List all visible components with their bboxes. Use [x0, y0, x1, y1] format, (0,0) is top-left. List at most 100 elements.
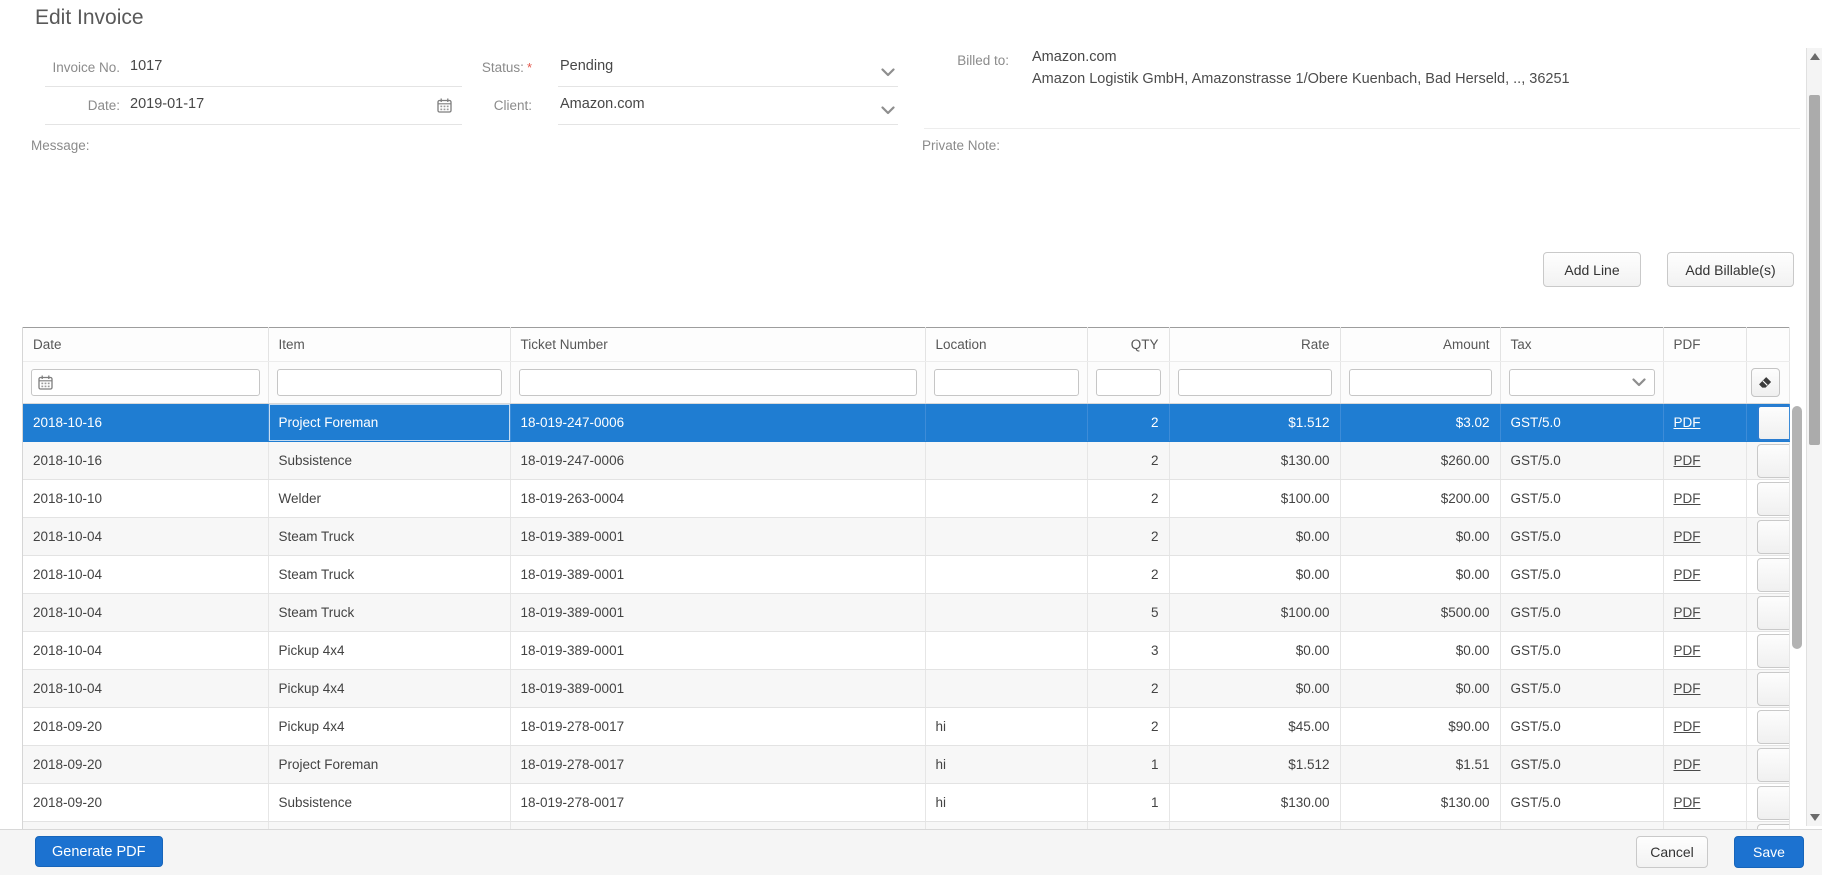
cell-item[interactable]: Welder [268, 479, 511, 518]
pdf-link[interactable]: PDF [1674, 681, 1701, 696]
clear-filters-button[interactable] [1750, 368, 1780, 397]
cell-amount[interactable]: $3.02 [1340, 403, 1501, 442]
cell-qty[interactable]: 1 [1087, 745, 1170, 784]
client-dropdown-button[interactable] [881, 102, 895, 120]
column-header-tax[interactable]: Tax [1500, 327, 1664, 362]
cell-tax[interactable] [1500, 821, 1664, 829]
cell-item[interactable] [268, 821, 511, 829]
cell-location[interactable] [925, 517, 1088, 556]
cell-date[interactable]: 2018-10-04 [23, 555, 269, 594]
cell-ticket-number[interactable]: 18-019-278-0017 [510, 745, 926, 784]
pdf-link[interactable]: PDF [1674, 491, 1701, 506]
cell-date[interactable]: 2018-09-20 [23, 745, 269, 784]
cell-location[interactable]: hi [925, 783, 1088, 822]
cell-location[interactable] [925, 593, 1088, 632]
table-row[interactable]: 2018-10-04 Pickup 4x4 18-019-389-0001 2 … [23, 669, 1790, 708]
cell-amount[interactable]: $0.00 [1340, 555, 1501, 594]
pdf-link[interactable]: PDF [1674, 643, 1701, 658]
cell-item[interactable]: Subsistence [268, 441, 511, 480]
cell-amount[interactable]: $0.00 [1340, 669, 1501, 708]
add-billables-button[interactable]: Add Billable(s) [1667, 252, 1794, 287]
table-row[interactable]: 2018-10-16 Project Foreman 18-019-247-00… [23, 403, 1790, 442]
cell-qty[interactable]: 2 [1087, 669, 1170, 708]
cell-item[interactable]: Project Foreman [268, 403, 511, 442]
cell-qty[interactable]: 2 [1087, 517, 1170, 556]
generate-pdf-button[interactable]: Generate PDF [35, 836, 163, 867]
row-menu-button[interactable] [1756, 519, 1788, 554]
page-scrollbar-track[interactable] [1806, 48, 1822, 826]
add-line-button[interactable]: Add Line [1543, 252, 1641, 287]
cell-rate[interactable]: $1.512 [1169, 403, 1341, 442]
cell-location[interactable] [925, 669, 1088, 708]
cell-ticket-number[interactable]: 18-019-389-0001 [510, 517, 926, 556]
row-menu-button[interactable] [1756, 404, 1788, 441]
cell-tax[interactable]: GST/5.0 [1500, 745, 1664, 784]
pdf-link[interactable]: PDF [1674, 795, 1701, 810]
cell-tax[interactable]: GST/5.0 [1500, 555, 1664, 594]
cell-item[interactable]: Subsistence [268, 783, 511, 822]
row-menu-button[interactable] [1756, 709, 1788, 744]
cell-item[interactable]: Pickup 4x4 [268, 631, 511, 670]
cell-rate[interactable]: $1.512 [1169, 745, 1341, 784]
cell-location[interactable]: hi [925, 745, 1088, 784]
cell-tax[interactable]: GST/5.0 [1500, 669, 1664, 708]
cell-date[interactable]: 2018-09-20 [23, 783, 269, 822]
cell-ticket-number[interactable]: 18-019-263-0004 [510, 479, 926, 518]
pdf-link[interactable]: PDF [1674, 415, 1701, 430]
pdf-link[interactable]: PDF [1674, 529, 1701, 544]
cell-rate[interactable]: $45.00 [1169, 707, 1341, 746]
grid-scrollbar-thumb[interactable] [1792, 406, 1802, 649]
column-header-date[interactable]: Date [23, 327, 269, 362]
cell-rate[interactable]: $0.00 [1169, 669, 1341, 708]
column-header-ticket-number[interactable]: Ticket Number [510, 327, 926, 362]
column-header-amount[interactable]: Amount [1340, 327, 1501, 362]
row-menu-button[interactable] [1756, 557, 1788, 592]
cell-ticket-number[interactable]: 18-019-389-0001 [510, 593, 926, 632]
table-row[interactable]: 2018-09-20 Subsistence 18-019-278-0017 h… [23, 783, 1790, 822]
filter-item-input[interactable] [276, 369, 502, 396]
cell-location[interactable] [925, 441, 1088, 480]
table-row[interactable]: 2018-10-04 Steam Truck 18-019-389-0001 5… [23, 593, 1790, 632]
table-row[interactable]: 2018-10-04 Steam Truck 18-019-389-0001 2… [23, 517, 1790, 556]
filter-date-calendar-icon[interactable] [38, 375, 53, 393]
filter-amount-input[interactable] [1348, 369, 1492, 396]
row-menu-button[interactable] [1756, 595, 1788, 630]
cell-item[interactable]: Pickup 4x4 [268, 707, 511, 746]
column-header-rate[interactable]: Rate [1169, 327, 1341, 362]
cell-tax[interactable]: GST/5.0 [1500, 479, 1664, 518]
cell-amount[interactable]: $0.00 [1340, 631, 1501, 670]
cell-location[interactable] [925, 631, 1088, 670]
cell-date[interactable]: 2018-09-20 [23, 707, 269, 746]
column-header-qty[interactable]: QTY [1087, 327, 1170, 362]
cell-item[interactable]: Pickup 4x4 [268, 669, 511, 708]
cell-ticket-number[interactable]: 18-019-389-0001 [510, 631, 926, 670]
cell-rate[interactable]: $0.00 [1169, 517, 1341, 556]
cell-qty[interactable]: 5 [1087, 593, 1170, 632]
cell-item[interactable]: Steam Truck [268, 555, 511, 594]
cell-item[interactable]: Steam Truck [268, 517, 511, 556]
cell-amount[interactable]: $0.00 [1340, 517, 1501, 556]
scroll-down-button[interactable] [1810, 814, 1820, 821]
table-row-partial[interactable] [23, 821, 1790, 829]
cell-date[interactable]: 2018-10-16 [23, 441, 269, 480]
cell-amount[interactable]: $90.00 [1340, 707, 1501, 746]
cell-ticket-number[interactable]: 18-019-247-0006 [510, 441, 926, 480]
table-row[interactable]: 2018-10-16 Subsistence 18-019-247-0006 2… [23, 441, 1790, 480]
scroll-up-button[interactable] [1810, 53, 1820, 60]
cell-location[interactable]: hi [925, 707, 1088, 746]
cell-ticket-number[interactable] [510, 821, 926, 829]
cell-ticket-number[interactable]: 18-019-278-0017 [510, 707, 926, 746]
row-menu-button[interactable] [1756, 443, 1788, 478]
table-row[interactable]: 2018-10-10 Welder 18-019-263-0004 2 $100… [23, 479, 1790, 518]
row-menu-button[interactable] [1756, 633, 1788, 668]
table-row[interactable]: 2018-09-20 Pickup 4x4 18-019-278-0017 hi… [23, 707, 1790, 746]
cell-tax[interactable]: GST/5.0 [1500, 783, 1664, 822]
row-menu-button[interactable] [1756, 671, 1788, 706]
row-menu-button[interactable] [1756, 785, 1788, 820]
status-select[interactable]: Pending [560, 58, 613, 74]
filter-qty-input[interactable] [1095, 369, 1161, 396]
filter-tax-dropdown[interactable] [1508, 369, 1655, 396]
pdf-link[interactable]: PDF [1674, 757, 1701, 772]
cell-date[interactable]: 2018-10-04 [23, 517, 269, 556]
cell-tax[interactable]: GST/5.0 [1500, 403, 1664, 442]
